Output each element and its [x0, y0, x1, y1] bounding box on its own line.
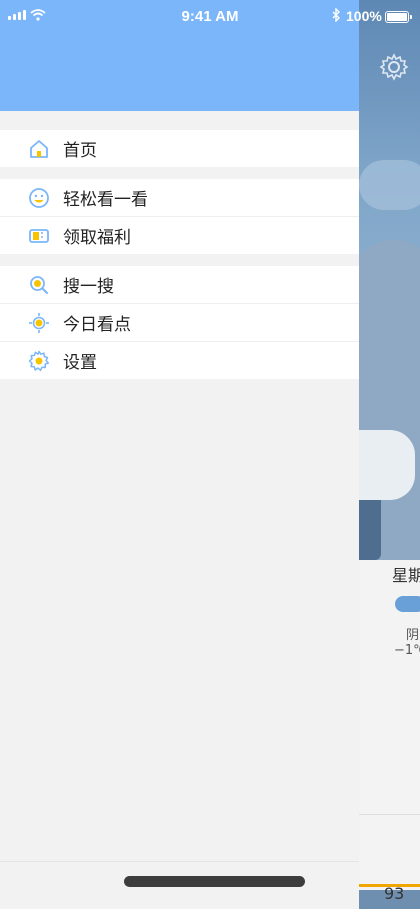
home-icon [28, 138, 50, 160]
search-icon [28, 274, 50, 296]
menu-item-relax[interactable]: 轻松看一看 [0, 179, 359, 216]
settings-icon [28, 350, 50, 372]
smiley-icon [28, 187, 50, 209]
cloud-icon [395, 596, 420, 612]
menu-section-rewards: 轻松看一看 领取福利 [0, 179, 359, 254]
house-roof-decoration [359, 430, 415, 500]
menu-item-today[interactable]: 今日看点 [0, 303, 359, 341]
forecast-weekday: 星期 [392, 566, 420, 585]
menu-item-home[interactable]: 首页 [0, 130, 359, 167]
background-weather-app[interactable]: 星期 阴 −1℃ 93 [359, 0, 420, 909]
menu-section-main: 首页 [0, 130, 359, 167]
menu-item-label: 搜一搜 [63, 277, 114, 297]
footer-value: 93 [384, 884, 405, 903]
menu-item-label: 轻松看一看 [63, 190, 148, 210]
divider [359, 814, 420, 815]
menu-item-label: 首页 [63, 141, 97, 161]
battery-icon [385, 11, 412, 23]
sun-icon [28, 312, 50, 334]
home-indicator[interactable] [124, 876, 305, 887]
forecast-temperature: −1℃ [394, 643, 420, 658]
cloud-decoration [359, 160, 420, 210]
menu-item-label: 设置 [63, 353, 97, 373]
menu-item-search[interactable]: 搜一搜 [0, 266, 359, 303]
battery-percent: 100% [346, 8, 382, 24]
forecast-condition: 阴 [406, 628, 420, 643]
menu-item-label: 领取福利 [63, 228, 131, 248]
menu-item-label: 今日看点 [63, 315, 131, 335]
status-bar: 9:41 AM 100% [0, 0, 420, 34]
side-drawer: 首页 轻松看一看 领取福利 搜一搜 今日看点 设置 [0, 0, 359, 909]
menu-section-tools: 搜一搜 今日看点 设置 [0, 266, 359, 379]
menu-item-welfare[interactable]: 领取福利 [0, 216, 359, 254]
gear-icon[interactable] [379, 52, 409, 82]
coupon-icon [28, 225, 50, 247]
menu-item-settings[interactable]: 设置 [0, 341, 359, 379]
forecast-panel: 星期 阴 −1℃ 93 [359, 560, 420, 903]
house-body-decoration [359, 500, 381, 560]
bottom-divider [0, 861, 359, 862]
bluetooth-icon [331, 7, 341, 25]
